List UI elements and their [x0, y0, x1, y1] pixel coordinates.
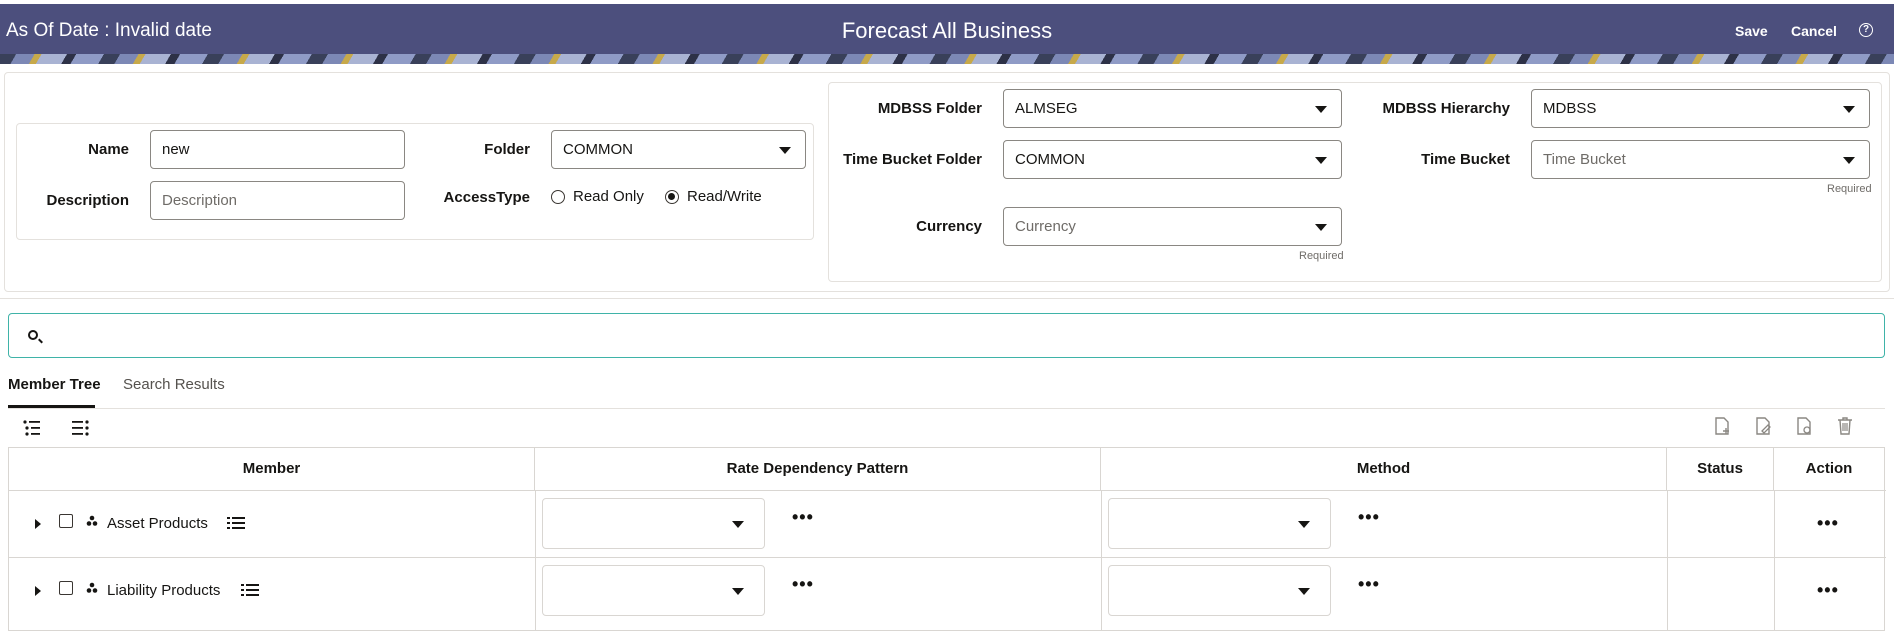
- column-header-member: Member: [9, 448, 535, 490]
- page: As Of Date : Invalid date Forecast All B…: [0, 0, 1894, 631]
- chevron-down-icon: [732, 588, 744, 595]
- member-search-input[interactable]: [8, 313, 1885, 358]
- read-write-radio[interactable]: Read/Write: [665, 188, 762, 205]
- chevron-down-icon: [1315, 157, 1327, 164]
- chevron-down-icon: [1315, 224, 1327, 231]
- time-bucket-label: Time Bucket: [1421, 151, 1510, 168]
- currency-label: Currency: [916, 218, 982, 235]
- column-header-rate-dependency-pattern: Rate Dependency Pattern: [535, 448, 1101, 490]
- currency-select[interactable]: Currency: [1003, 207, 1342, 246]
- save-button[interactable]: Save: [1735, 23, 1768, 39]
- description-label: Description: [46, 192, 129, 209]
- expand-arrow-icon[interactable]: [35, 586, 41, 596]
- name-field[interactable]: new: [150, 130, 405, 169]
- time-bucket-select[interactable]: Time Bucket: [1531, 140, 1870, 179]
- section-divider: [0, 298, 1894, 299]
- hierarchy-node-icon: [86, 515, 98, 526]
- chevron-down-icon: [1298, 521, 1310, 528]
- folder-value: COMMON: [563, 141, 633, 158]
- mdbss-hierarchy-select[interactable]: MDBSS: [1531, 89, 1870, 128]
- currency-placeholder: Currency: [1015, 218, 1076, 235]
- method-more-button[interactable]: •••: [1358, 507, 1380, 528]
- time-bucket-folder-value: COMMON: [1015, 151, 1085, 168]
- cancel-button[interactable]: Cancel: [1791, 23, 1837, 39]
- read-only-radio[interactable]: Read Only: [551, 188, 644, 205]
- chevron-down-icon: [779, 147, 791, 154]
- rate-dependency-more-button[interactable]: •••: [792, 574, 814, 595]
- read-write-label: Read/Write: [687, 188, 762, 205]
- radio-checked-icon: [665, 189, 679, 204]
- row-checkbox[interactable]: [59, 581, 73, 595]
- mdbss-hierarchy-value: MDBSS: [1543, 100, 1597, 117]
- decorative-banner: [0, 54, 1894, 64]
- rate-dependency-pattern-select[interactable]: [542, 498, 765, 549]
- list-icon[interactable]: [227, 516, 245, 531]
- help-icon[interactable]: ?: [1859, 23, 1873, 37]
- chevron-down-icon: [1843, 157, 1855, 164]
- time-bucket-required-hint: Required: [1827, 183, 1872, 195]
- row-divider: [9, 557, 1886, 558]
- access-type-label: AccessType: [443, 189, 530, 206]
- method-select[interactable]: [1108, 565, 1331, 616]
- mdbss-folder-select[interactable]: ALMSEG: [1003, 89, 1342, 128]
- page-title: Forecast All Business: [841, 18, 1053, 43]
- chevron-down-icon: [1843, 106, 1855, 113]
- tab-search-results[interactable]: Search Results: [123, 376, 225, 393]
- mdbss-folder-label: MDBSS Folder: [877, 100, 982, 117]
- column-divider: [1774, 490, 1775, 631]
- chevron-down-icon: [732, 521, 744, 528]
- chevron-down-icon: [1315, 106, 1327, 113]
- mdbss-hierarchy-label: MDBSS Hierarchy: [1382, 100, 1510, 117]
- member-name: Liability Products: [107, 582, 221, 599]
- time-bucket-folder-select[interactable]: COMMON: [1003, 140, 1342, 179]
- view-document-icon[interactable]: [1794, 416, 1814, 436]
- expand-arrow-icon[interactable]: [35, 519, 41, 529]
- list-icon[interactable]: [241, 583, 259, 598]
- currency-required-hint: Required: [1299, 250, 1344, 262]
- time-bucket-folder-label: Time Bucket Folder: [843, 151, 982, 168]
- row-actions-button[interactable]: •••: [1817, 513, 1839, 534]
- chevron-down-icon: [1298, 588, 1310, 595]
- member-table: Member Rate Dependency Pattern Method St…: [8, 447, 1886, 631]
- column-divider: [1667, 490, 1668, 631]
- row-actions-button[interactable]: •••: [1817, 580, 1839, 601]
- search-icon: [28, 330, 38, 340]
- expand-all-icon[interactable]: [22, 418, 42, 438]
- rate-dependency-pattern-select[interactable]: [542, 565, 765, 616]
- time-bucket-placeholder: Time Bucket: [1543, 151, 1626, 168]
- read-only-label: Read Only: [573, 188, 644, 205]
- edit-document-icon[interactable]: [1753, 416, 1773, 436]
- rate-dependency-more-button[interactable]: •••: [792, 507, 814, 528]
- method-more-button[interactable]: •••: [1358, 574, 1380, 595]
- column-header-status: Status: [1667, 448, 1774, 490]
- header-bar: As Of Date : Invalid date Forecast All B…: [0, 4, 1894, 58]
- description-field[interactable]: Description: [150, 181, 405, 220]
- column-divider: [1101, 490, 1102, 631]
- radio-unchecked-icon: [551, 189, 565, 204]
- column-divider: [535, 490, 536, 631]
- delete-icon[interactable]: [1835, 416, 1855, 436]
- tab-member-tree[interactable]: Member Tree: [8, 376, 101, 393]
- tab-divider: [8, 408, 1885, 409]
- row-checkbox[interactable]: [59, 514, 73, 528]
- collapse-all-icon[interactable]: [70, 418, 90, 438]
- name-label: Name: [88, 141, 129, 158]
- column-header-method: Method: [1101, 448, 1667, 490]
- header-divider: [9, 490, 1886, 491]
- folder-select[interactable]: COMMON: [551, 130, 806, 169]
- member-name: Asset Products: [107, 515, 208, 532]
- column-header-action: Action: [1805, 460, 1853, 477]
- mdbss-folder-value: ALMSEG: [1015, 100, 1078, 117]
- add-document-icon[interactable]: [1712, 416, 1732, 436]
- method-select[interactable]: [1108, 498, 1331, 549]
- folder-label: Folder: [484, 141, 530, 158]
- hierarchy-node-icon: [86, 582, 98, 593]
